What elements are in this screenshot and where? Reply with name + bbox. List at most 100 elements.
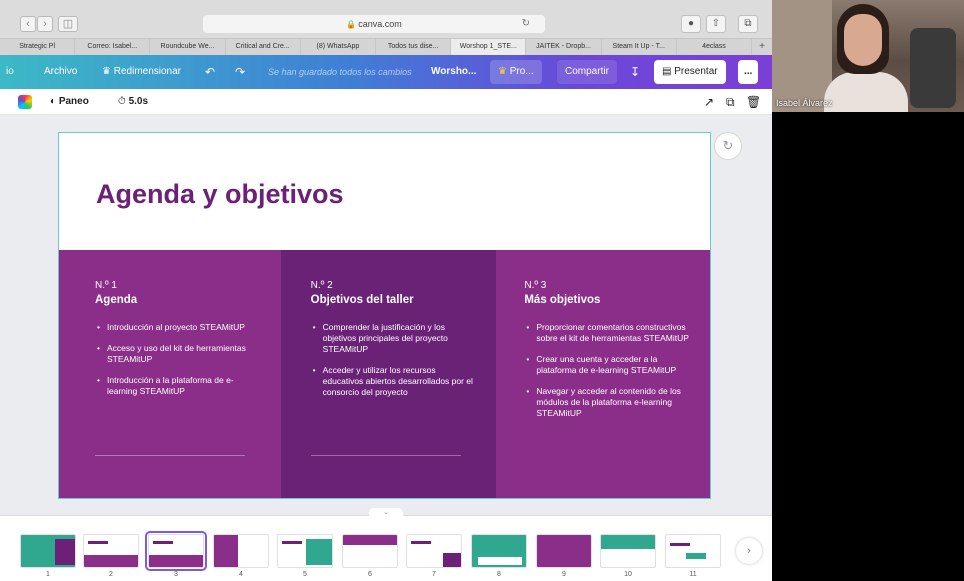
page-number: 10	[624, 571, 632, 578]
collapse-chevron-icon[interactable]: ⌄	[369, 508, 403, 518]
bullet-list: Comprender la justificación y los objeti…	[311, 322, 477, 398]
pro-button[interactable]: ♛ Pro...	[490, 60, 542, 84]
transition-label: Paneo	[58, 96, 89, 107]
sidebar-toggle-icon[interactable]: ◫	[58, 16, 78, 32]
page-number: 2	[109, 571, 113, 578]
browser-tab[interactable]: Critical and Cre...	[225, 39, 301, 55]
bullet-list: Proporcionar comentarios constructivos s…	[524, 322, 690, 419]
slide-title[interactable]: Agenda y objetivos	[96, 179, 344, 210]
column-number: N.º 3	[524, 280, 547, 291]
bullet-item: Navegar y acceder al contenido de los mó…	[524, 386, 690, 419]
page-thumbnail[interactable]	[600, 534, 656, 568]
browser-tab-active[interactable]: Worshop 1_STE...	[451, 39, 527, 55]
browser-tab[interactable]: Correo: Isabel...	[75, 39, 151, 55]
forward-button[interactable]: ›	[37, 16, 53, 32]
page-number: 11	[689, 571, 697, 578]
tab-overview-icon[interactable]: ⧉	[738, 15, 758, 33]
browser-tab[interactable]: (8) WhatsApp	[300, 39, 377, 55]
page-number: 7	[432, 571, 436, 578]
trash-icon[interactable]: 🗑	[746, 89, 761, 115]
editor-toolbar: ◐ Paneo ⏱ 5.0s ↗ ⧉ 🗑	[0, 89, 772, 115]
column-heading: Objetivos del taller	[310, 294, 414, 306]
lock-icon: 🔒	[346, 20, 357, 29]
page-thumbnail[interactable]	[277, 534, 333, 568]
canva-menu-bar: io Archivo ♛ Redimensionar ↶ ↷ Se han gu…	[0, 55, 772, 89]
share-button[interactable]: Compartir	[557, 60, 617, 84]
bullet-item: Introducción a la plataforma de e-learni…	[95, 375, 261, 397]
participant-video: Isabel Álvarez	[772, 0, 964, 112]
page-thumbnail[interactable]	[536, 534, 592, 568]
page-thumbnail[interactable]	[471, 534, 527, 568]
column-heading: Más objetivos	[524, 294, 601, 306]
participant-body	[824, 72, 908, 112]
next-pages-chevron-icon[interactable]: ›	[736, 538, 762, 564]
crown-icon: ♛	[498, 66, 507, 77]
page-thumbnail[interactable]	[20, 534, 76, 568]
reload-icon[interactable]: ↻	[522, 15, 530, 33]
divider-line	[95, 455, 245, 456]
url-text: canva.com	[358, 19, 402, 29]
page-thumbnail[interactable]	[406, 534, 462, 568]
divider-line	[310, 455, 461, 456]
timing-button[interactable]: ⏱ 5.0s	[118, 89, 148, 115]
screen: ‹ › ◫ 🔒 canva.com ↻ ● ⇧ ⧉ Strategic Pl Co…	[0, 0, 964, 581]
file-menu[interactable]: Archivo	[44, 55, 77, 89]
tab-bar: Strategic Pl Correo: Isabel... Roundcube…	[0, 38, 773, 55]
bullet-item: Comprender la justificación y los objeti…	[311, 322, 477, 355]
address-bar[interactable]: 🔒 canva.com ↻	[203, 15, 545, 33]
browser-tab[interactable]: JAITEK - Dropb...	[526, 39, 602, 55]
duplicate-icon[interactable]: ⧉	[726, 89, 735, 115]
redo-icon[interactable]: ↷	[235, 55, 245, 89]
column-1[interactable]: N.º 1 Agenda Introducción al proyecto ST…	[59, 250, 281, 498]
back-button[interactable]: ‹	[20, 16, 36, 32]
browser-tab[interactable]: 4eclass	[676, 39, 753, 55]
bullet-list: Introducción al proyecto STEAMitUP Acces…	[95, 322, 261, 397]
participant-name: Isabel Álvarez	[776, 98, 833, 108]
transition-button[interactable]: ◐ Paneo	[50, 89, 89, 115]
bullet-item: Acceso y uso del kit de herramientas STE…	[95, 343, 261, 365]
page-number: 4	[239, 571, 243, 578]
page-thumbnail[interactable]	[213, 534, 269, 568]
page-number: 3	[174, 571, 178, 578]
browser-tab[interactable]: Todos tus dise...	[376, 39, 452, 55]
column-2[interactable]: N.º 2 Objetivos del taller Comprender la…	[280, 250, 497, 498]
page-thumbnail[interactable]	[342, 534, 398, 568]
download-icon[interactable]: ●	[681, 15, 701, 33]
more-button[interactable]: ...	[738, 60, 759, 84]
browser-chrome: ‹ › ◫ 🔒 canva.com ↻ ● ⇧ ⧉ Strategic Pl Co…	[0, 0, 773, 55]
browser-tab[interactable]: Strategic Pl	[0, 39, 76, 55]
slide[interactable]: Agenda y objetivos N.º 1 Agenda Introduc…	[58, 132, 711, 499]
present-button[interactable]: ▤ Presentar	[654, 60, 726, 84]
home-link[interactable]: io	[6, 55, 14, 89]
new-tab-button[interactable]: +	[752, 39, 773, 55]
column-number: N.º 1	[95, 280, 117, 291]
page-thumbnail[interactable]	[83, 534, 139, 568]
color-picker-icon[interactable]	[18, 95, 32, 109]
crown-icon: ♛	[102, 66, 111, 77]
page-number: 9	[562, 571, 566, 578]
share-icon[interactable]: ⇧	[706, 15, 726, 33]
download-arrow-icon[interactable]: ↧	[630, 55, 640, 89]
page-number: 6	[368, 571, 372, 578]
browser-tab[interactable]: Steam It Up - T...	[601, 39, 677, 55]
resize-label: Redimensionar	[113, 66, 182, 77]
page-thumbnails: ⌄ 1 2 3 4 5 6 7 8 9 10 11 ›	[0, 508, 772, 581]
pro-label: Pro...	[509, 66, 534, 77]
bullet-item: Introducción al proyecto STEAMitUP	[95, 322, 261, 333]
page-thumbnail[interactable]	[665, 534, 721, 568]
video-chair	[910, 28, 956, 108]
bullet-item: Acceder y utilizar los recursos educativ…	[311, 365, 477, 398]
timer-icon: ⏱	[118, 96, 126, 107]
present-icon: ▤	[662, 66, 672, 77]
column-heading: Agenda	[95, 294, 138, 306]
column-3[interactable]: N.º 3 Más objetivos Proporcionar comenta…	[496, 250, 711, 498]
page-number: 8	[497, 571, 501, 578]
document-title[interactable]: Worsho...	[431, 55, 476, 89]
slide-columns: N.º 1 Agenda Introducción al proyecto ST…	[59, 250, 711, 498]
resize-button[interactable]: ♛ Redimensionar	[102, 55, 181, 89]
browser-tab[interactable]: Roundcube We...	[150, 39, 226, 55]
page-thumbnail-selected[interactable]	[145, 531, 207, 571]
refresh-icon[interactable]: ↻	[714, 132, 742, 160]
undo-icon[interactable]: ↶	[205, 55, 215, 89]
add-page-icon[interactable]: ↗	[704, 89, 714, 115]
